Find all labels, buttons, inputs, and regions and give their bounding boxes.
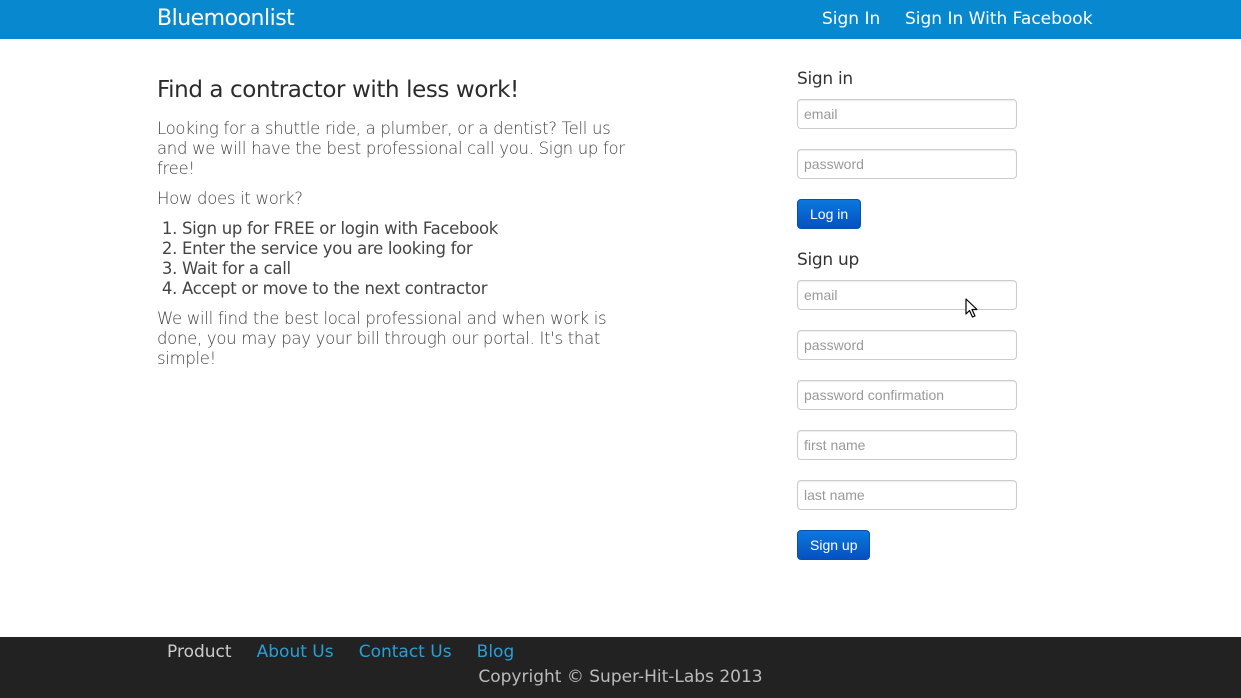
nav-sign-in-facebook-link[interactable]: Sign In With Facebook: [905, 8, 1093, 30]
footer-link-contact-us[interactable]: Contact Us: [359, 641, 452, 663]
sign-up-password-confirmation-input[interactable]: [797, 380, 1017, 410]
intro-closing: We will find the best local professional…: [157, 309, 607, 368]
copyright-text: Copyright © Super-Hit-Labs 2013: [478, 667, 763, 687]
footer-link-product[interactable]: Product: [167, 641, 232, 663]
list-item: Wait for a call: [182, 259, 627, 279]
log-in-button[interactable]: Log in: [797, 199, 862, 229]
sign-up-email-input[interactable]: [797, 280, 1017, 310]
steps-list: Sign up for FREE or login with Facebook …: [157, 219, 627, 299]
mouse-cursor-icon: [965, 298, 978, 318]
footer-link-blog[interactable]: Blog: [477, 641, 515, 663]
brand-logo[interactable]: Bluemoonlist: [157, 5, 295, 33]
sign-in-email-input[interactable]: [797, 99, 1017, 129]
top-navbar: Bluemoonlist Sign In Sign In With Facebo…: [0, 0, 1241, 39]
list-item: Accept or move to the next contractor: [182, 279, 627, 299]
sign-in-form: Sign in Log in: [797, 68, 1027, 229]
sign-up-last-name-input[interactable]: [797, 480, 1017, 510]
auth-forms: Sign in Log in Sign up Sign up: [797, 68, 1027, 560]
sign-up-form: Sign up Sign up: [797, 249, 1027, 560]
sign-in-heading: Sign in: [797, 69, 853, 89]
page-footer: Product About Us Contact Us Blog Copyrig…: [0, 637, 1241, 698]
intro-lead: Looking for a shuttle ride, a plumber, o…: [157, 119, 625, 178]
how-it-works-heading: How does it work?: [157, 189, 303, 208]
sign-in-password-input[interactable]: [797, 149, 1017, 179]
sign-up-first-name-input[interactable]: [797, 430, 1017, 460]
sign-up-button[interactable]: Sign up: [797, 530, 871, 560]
page-title: Find a contractor with less work!: [157, 77, 519, 103]
intro-section: Find a contractor with less work! Lookin…: [157, 74, 627, 379]
nav-sign-in-link[interactable]: Sign In: [822, 8, 880, 30]
sign-up-password-input[interactable]: [797, 330, 1017, 360]
list-item: Enter the service you are looking for: [182, 239, 627, 259]
list-item: Sign up for FREE or login with Facebook: [182, 219, 627, 239]
footer-links: Product About Us Contact Us Blog: [167, 641, 534, 663]
sign-up-heading: Sign up: [797, 250, 859, 270]
footer-link-about-us[interactable]: About Us: [257, 641, 334, 663]
